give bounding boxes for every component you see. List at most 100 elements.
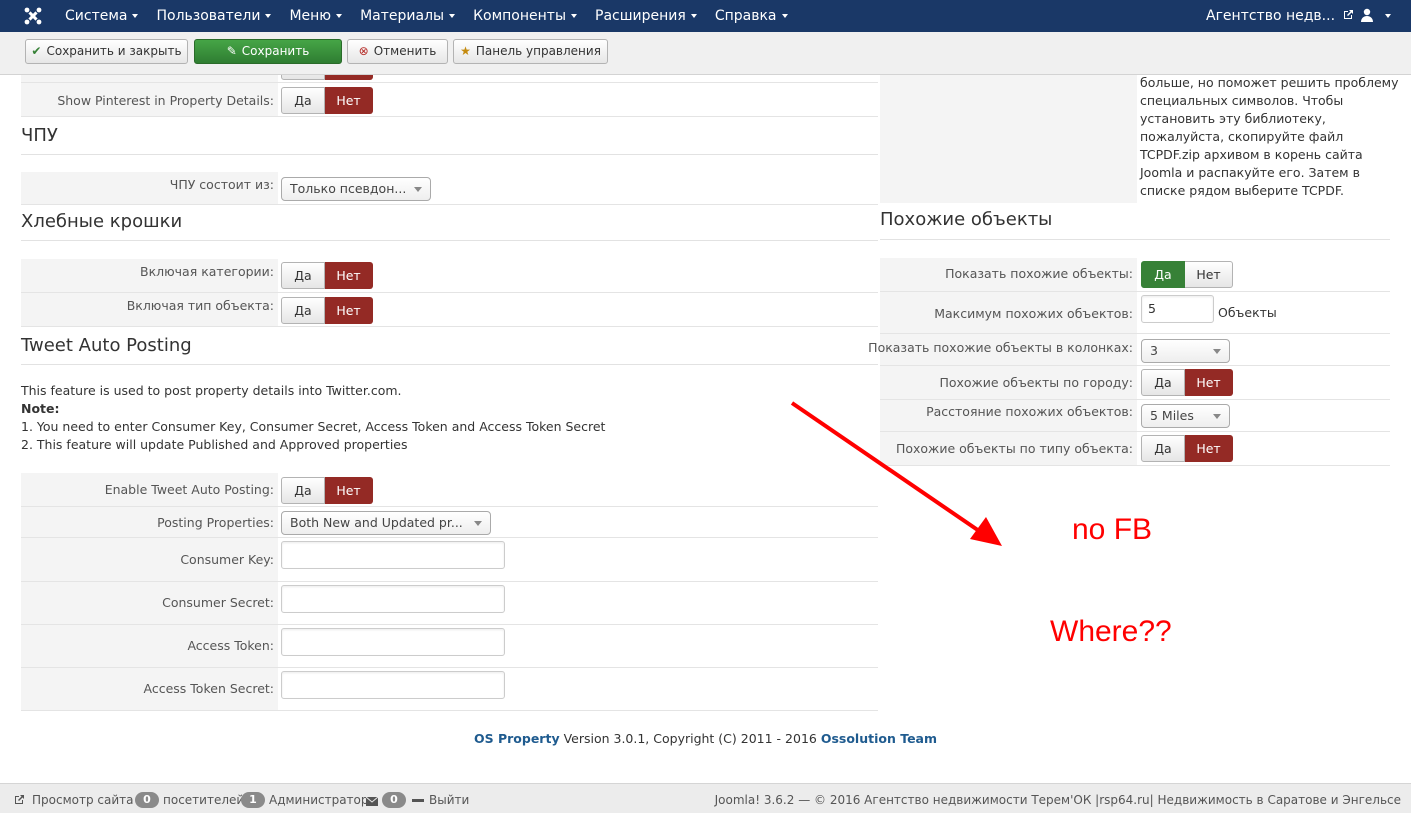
menu-content[interactable]: Материалы [351, 0, 464, 32]
setting-label-cell: Включая категории: [21, 259, 278, 292]
sef-label: ЧПУ состоит из: [169, 177, 274, 192]
toggle-yes[interactable]: Да [281, 297, 325, 324]
caret-down-icon [781, 14, 788, 18]
menu-menus[interactable]: Меню [280, 0, 351, 32]
access-token-label: Access Token: [187, 638, 274, 653]
posting-properties-select[interactable]: Both New and Updated pr... [281, 511, 491, 535]
toggle-yes[interactable]: Да [1141, 261, 1185, 288]
access-token-input[interactable] [281, 628, 505, 656]
product-link[interactable]: OS Property [474, 731, 560, 746]
help-line: пожалуйста, скопируйте файл [1140, 129, 1344, 144]
setting-label-cell: Enable Tweet Auto Posting: [21, 473, 278, 506]
access-token-secret-input[interactable] [281, 671, 505, 699]
pinterest-label: Show Pinterest in Property Details: [57, 93, 274, 108]
chevron-down-icon [1213, 414, 1221, 419]
setting-row-access-token-secret: Access Token Secret: [21, 668, 878, 711]
by-city-label: Похожие объекты по городу: [939, 375, 1133, 390]
select-value: Только псевдон... [290, 181, 407, 196]
cancel-button[interactable]: ⊗ Отменить [347, 39, 448, 64]
setting-label-cell: Posting Properties: [21, 507, 278, 537]
toggle-no[interactable]: Нет [1185, 369, 1233, 396]
toggle-no[interactable]: Нет [325, 262, 373, 289]
menu-components[interactable]: Компоненты [464, 0, 586, 32]
max-similar-input[interactable]: 5 [1141, 295, 1214, 323]
help-line: Joomla и распакуйте его. Затем в [1140, 165, 1360, 180]
joomla-logo-icon[interactable] [24, 7, 42, 25]
caret-down-icon [132, 14, 139, 18]
external-link-icon [1343, 0, 1354, 32]
toggle-yes[interactable] [281, 75, 325, 80]
config-content: Show Pinterest in Property Details: Да Н… [0, 75, 1411, 783]
menu-users[interactable]: Пользователи [147, 0, 280, 32]
menu-help[interactable]: Справка [706, 0, 797, 32]
toggle-no[interactable] [325, 75, 373, 80]
tweet-heading: Tweet Auto Posting [21, 335, 192, 356]
setting-row-max-similar: Максимум похожих объектов: 5 Объекты [880, 292, 1390, 334]
divider [21, 240, 878, 241]
toggle-no[interactable]: Нет [325, 87, 373, 114]
show-similar-label: Показать похожие объекты: [945, 266, 1133, 281]
toggle-no[interactable]: Нет [325, 297, 373, 324]
consumer-key-label: Consumer Key: [180, 552, 274, 567]
edit-icon: ✎ [226, 44, 237, 58]
distance-select[interactable]: 5 Miles [1141, 404, 1230, 428]
toggle-yes[interactable]: Да [1141, 369, 1185, 396]
button-label: Панель управления [475, 44, 601, 58]
menu-label: Пользователи [156, 8, 261, 24]
caret-down-icon [265, 14, 272, 18]
main-menu: Система Пользователи Меню Материалы Комп… [56, 0, 797, 32]
menu-system[interactable]: Система [56, 0, 147, 32]
setting-row-enable-tweet: Enable Tweet Auto Posting: Да Нет [21, 473, 878, 507]
setting-row-posting-properties: Posting Properties: Both New and Updated… [21, 507, 878, 538]
columns-select[interactable]: 3 [1141, 339, 1230, 363]
help-line: списке рядом выберите TCPDF. [1140, 183, 1344, 198]
external-link-icon [14, 794, 25, 808]
messages-count-badge[interactable]: 0 [382, 792, 406, 808]
logout-link[interactable]: Выйти [429, 793, 469, 807]
envelope-icon [365, 795, 379, 809]
site-link[interactable]: Агентство недв... [1206, 0, 1354, 32]
setting-row-include-type: Включая тип объекта: Да Нет [21, 293, 878, 327]
yes-no-toggle [281, 75, 373, 80]
include-type-label: Включая тип объекта: [126, 298, 274, 313]
toggle-yes[interactable]: Да [281, 87, 325, 114]
select-value: 3 [1150, 343, 1158, 358]
toggle-no[interactable]: Нет [1185, 435, 1233, 462]
toggle-yes[interactable]: Да [1141, 435, 1185, 462]
toggle-no[interactable]: Нет [1185, 261, 1233, 288]
user-menu[interactable] [1360, 8, 1396, 24]
menu-label: Компоненты [473, 8, 566, 24]
setting-row-pinterest: Show Pinterest in Property Details: Да Н… [21, 83, 878, 117]
include-categories-label: Включая категории: [140, 264, 274, 279]
setting-label-cell: Включая тип объекта: [21, 293, 278, 326]
note-label: Note: [21, 401, 60, 416]
star-icon: ★ [460, 44, 471, 58]
enable-tweet-label: Enable Tweet Auto Posting: [104, 482, 274, 497]
divider [21, 154, 878, 155]
control-panel-button[interactable]: ★ Панель управления [453, 39, 608, 64]
team-link[interactable]: Ossolution Team [821, 731, 937, 746]
setting-label-cell: Consumer Key: [21, 538, 278, 581]
save-button[interactable]: ✎ Сохранить [194, 39, 342, 64]
consumer-key-input[interactable] [281, 541, 505, 569]
consumer-secret-input[interactable] [281, 585, 505, 613]
save-and-close-button[interactable]: ✔ Сохранить и закрыть [25, 39, 188, 64]
note-item: 1. You need to enter Consumer Key, Consu… [21, 419, 606, 434]
sef-select[interactable]: Только псевдон... [281, 177, 431, 201]
setting-label-cell [21, 75, 278, 82]
setting-label-cell: Access Token: [21, 625, 278, 667]
setting-row-cut [21, 75, 878, 83]
setting-label-cell: Consumer Secret: [21, 582, 278, 624]
help-line: TCPDF.zip архивом в корень сайта [1140, 147, 1363, 162]
menu-extensions[interactable]: Расширения [586, 0, 706, 32]
visitors-count-badge: 0 [135, 792, 159, 808]
toggle-yes[interactable]: Да [281, 262, 325, 289]
caret-down-icon [690, 14, 697, 18]
toggle-yes[interactable]: Да [281, 477, 325, 504]
columns-label: Показать похожие объекты в колонках: [868, 340, 1133, 355]
menu-label: Материалы [360, 8, 445, 24]
toggle-no[interactable]: Нет [325, 477, 373, 504]
setting-row-include-categories: Включая категории: Да Нет [21, 259, 878, 293]
view-site-link[interactable]: Просмотр сайта [32, 793, 134, 807]
help-line: больше, но поможет решить проблему [1140, 75, 1399, 90]
